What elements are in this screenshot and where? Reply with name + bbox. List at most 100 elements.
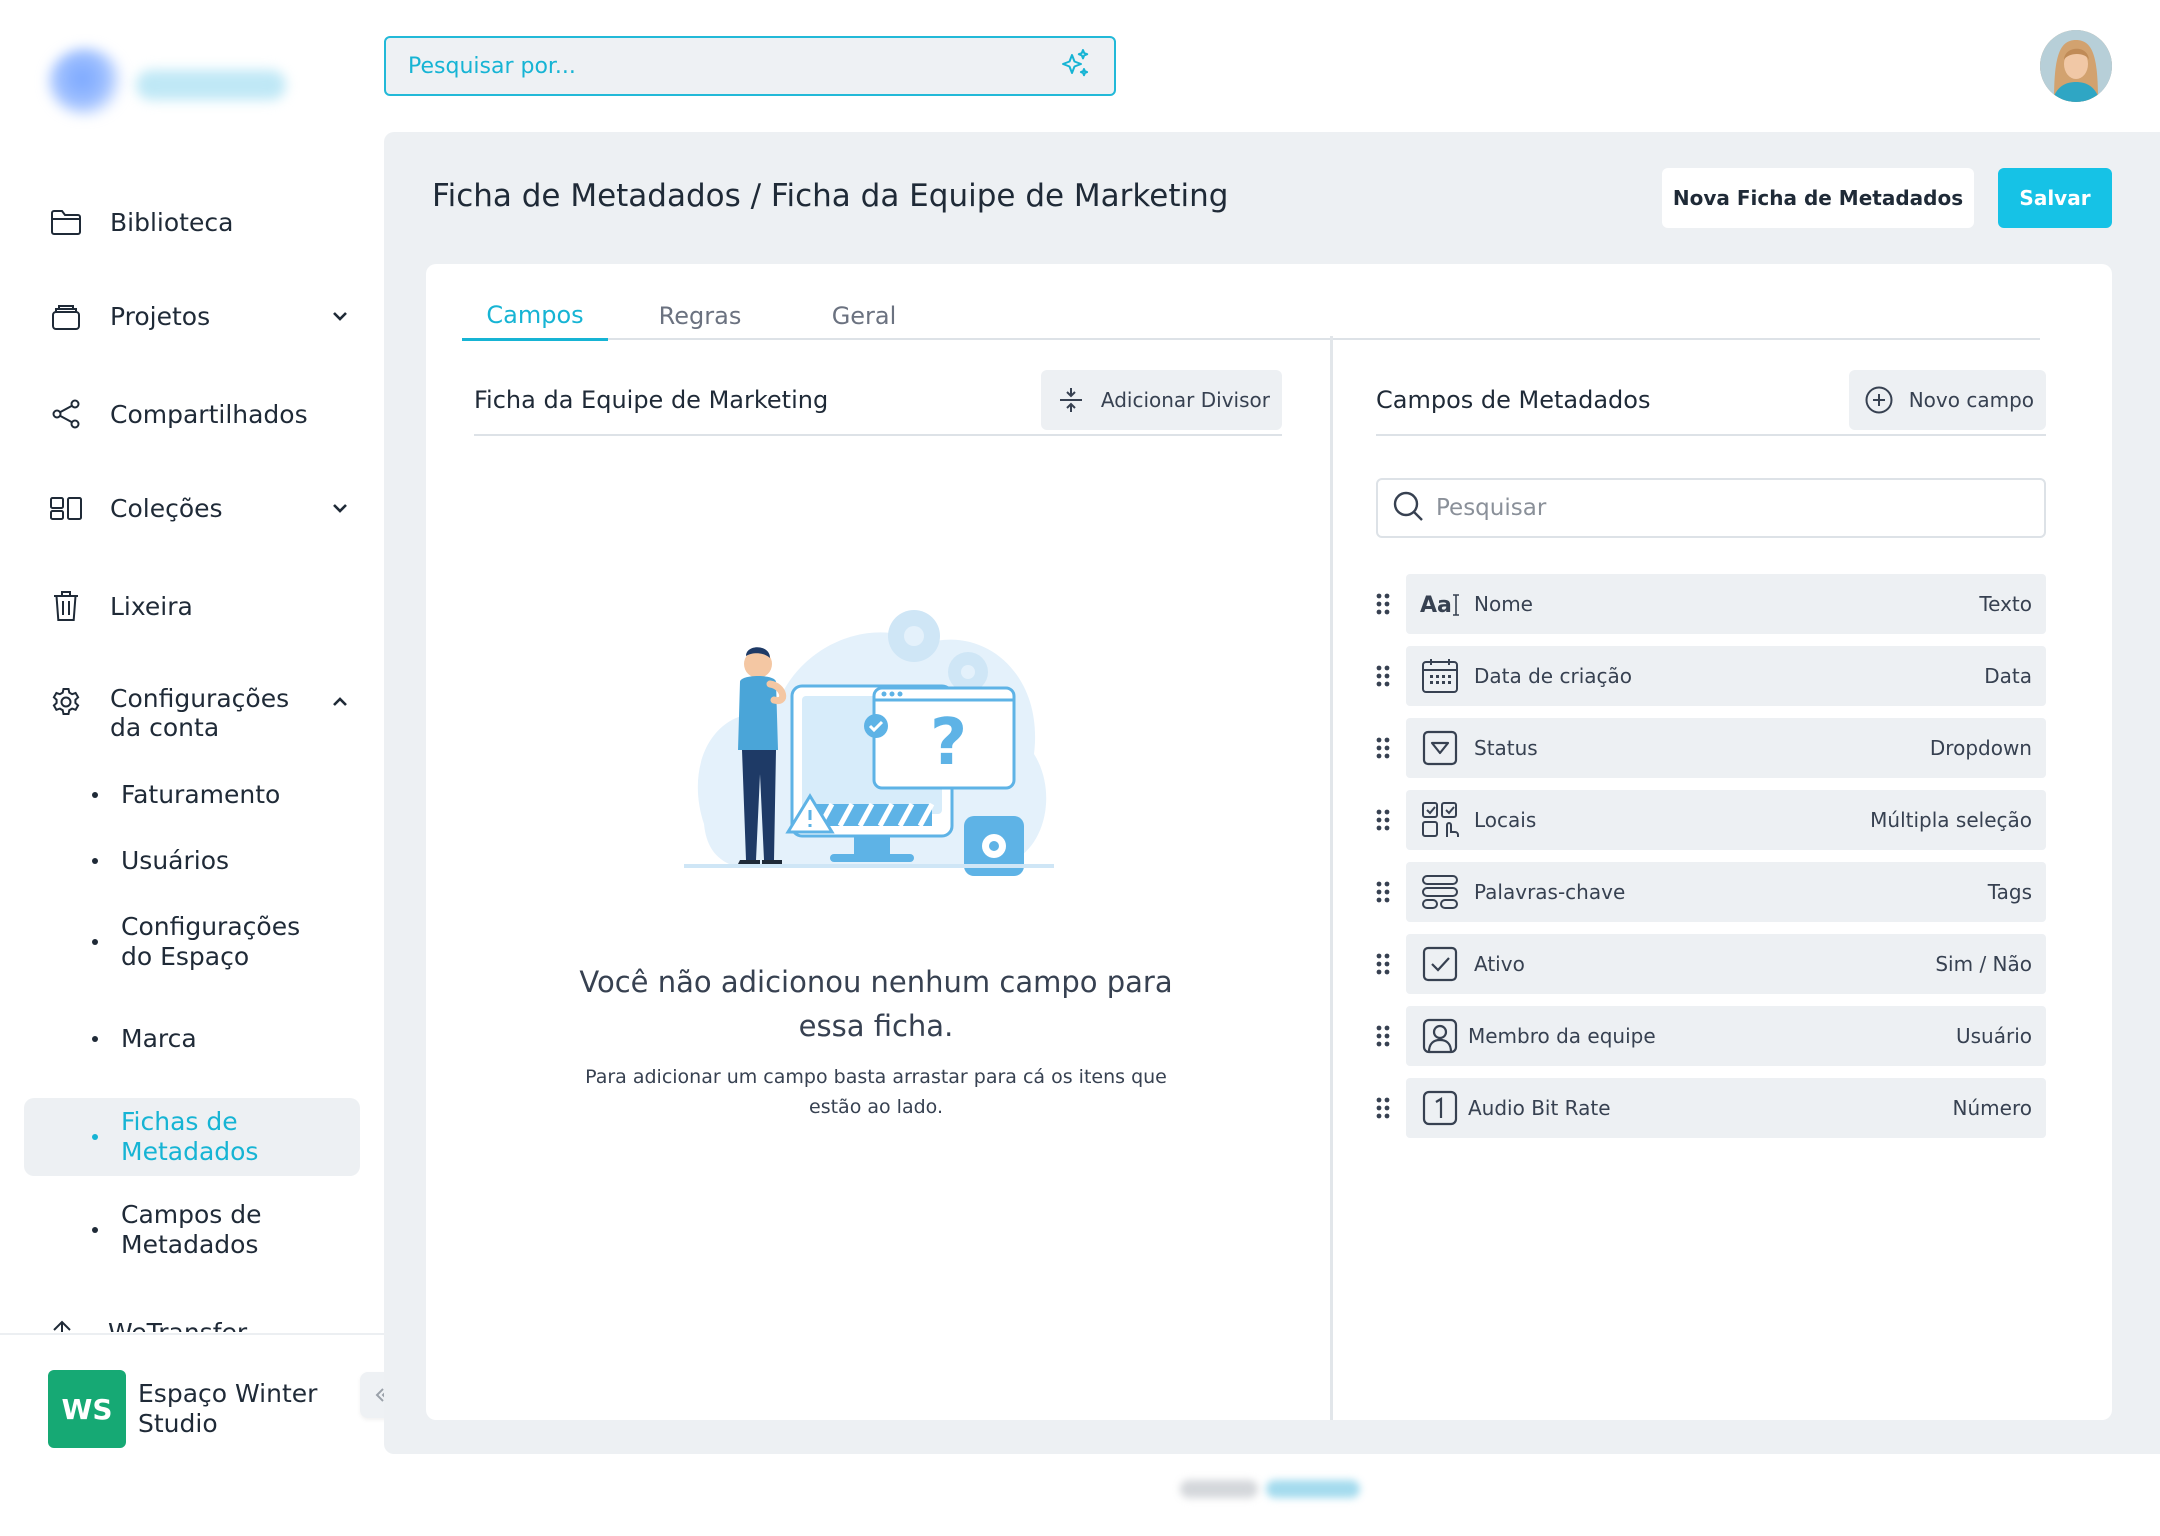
sidebar-subitem-label: Configurações do Espaço (121, 912, 301, 971)
new-metadata-sheet-button[interactable]: Nova Ficha de Metadados (1662, 168, 1974, 228)
search-icon (1392, 490, 1424, 526)
chevron-down-icon[interactable] (328, 304, 352, 328)
global-search-input[interactable] (408, 53, 1058, 79)
brand-logo (40, 44, 290, 124)
sheet-panel-header: Ficha da Equipe de Marketing Adicionar D… (474, 366, 1282, 436)
tags-icon (1420, 872, 1460, 912)
field-type: Tags (1987, 880, 2032, 904)
sidebar-subitem-campos-metadados[interactable]: Campos de Metadados (92, 1200, 301, 1260)
workspace-switcher[interactable]: WS Espaço Winter Studio (48, 1370, 338, 1448)
sidebar-item-projetos[interactable]: Projetos (48, 298, 347, 334)
sidebar-item-wetransfer[interactable]: WeTransfer (48, 1318, 348, 1332)
sparkles-icon[interactable] (1058, 47, 1092, 85)
drag-handle-icon[interactable] (1376, 661, 1406, 691)
new-field-button[interactable]: Novo campo (1848, 370, 2046, 430)
gear-icon (48, 684, 84, 720)
field-name: Data de criação (1474, 664, 1632, 688)
add-divider-label: Adicionar Divisor (1100, 388, 1270, 412)
tab-regras[interactable]: Regras (632, 292, 768, 340)
field-row-status[interactable]: Status Dropdown (1376, 718, 2046, 778)
fields-search-input[interactable] (1436, 495, 2030, 521)
tab-geral[interactable]: Geral (796, 292, 932, 340)
number-icon (1420, 1088, 1460, 1128)
sidebar-item-colecoes[interactable]: Coleções (48, 490, 347, 526)
plus-circle-icon (1863, 384, 1895, 416)
sidebar-item-lixeira[interactable]: Lixeira (48, 588, 193, 624)
field-type: Texto (1979, 592, 2032, 616)
field-type: Data (1984, 664, 2032, 688)
sidebar-item-label: Compartilhados (110, 399, 308, 429)
field-name: Palavras-chave (1474, 880, 1626, 904)
metadata-fields-list: Aa Nome Texto Data de criação Data Statu… (1376, 574, 2046, 1150)
field-type: Número (1952, 1096, 2032, 1120)
drag-handle-icon[interactable] (1376, 877, 1406, 907)
sidebar-item-compartilhados[interactable]: Compartilhados (48, 396, 308, 432)
field-type: Usuário (1955, 1024, 2032, 1048)
field-row-nome[interactable]: Aa Nome Texto (1376, 574, 2046, 634)
trash-icon (48, 588, 84, 624)
field-type: Sim / Não (1935, 952, 2032, 976)
drag-handle-icon[interactable] (1376, 949, 1406, 979)
sidebar-item-label: Lixeira (110, 591, 193, 621)
chevron-down-icon[interactable] (328, 496, 352, 520)
sidebar-subitem-label: Campos de Metadados (121, 1200, 262, 1259)
sidebar-item-configuracoes-conta[interactable]: Configurações da conta (48, 684, 347, 742)
field-row-audio-bit-rate[interactable]: Audio Bit Rate Número (1376, 1078, 2046, 1138)
drag-handle-icon[interactable] (1376, 733, 1406, 763)
drag-handle-icon[interactable] (1376, 805, 1406, 835)
svg-text:?: ? (930, 706, 967, 780)
empty-state-illustration: ? (684, 604, 1064, 884)
drag-handle-icon[interactable] (1376, 589, 1406, 619)
field-name: Nome (1474, 592, 1533, 616)
add-divider-button[interactable]: Adicionar Divisor (1040, 370, 1282, 430)
sidebar-subitem-configuracoes-espaco[interactable]: Configurações do Espaço (92, 912, 321, 972)
tab-bar: Campos Regras Geral (462, 292, 2040, 341)
field-name: Ativo (1474, 952, 1525, 976)
field-row-ativo[interactable]: Ativo Sim / Não (1376, 934, 2046, 994)
text-icon: Aa (1420, 584, 1460, 624)
new-field-label: Novo campo (1908, 388, 2034, 412)
sheet-panel-title: Ficha da Equipe de Marketing (474, 386, 829, 414)
drag-handle-icon[interactable] (1376, 1093, 1406, 1123)
field-name: Status (1474, 736, 1538, 760)
sidebar-item-label: Projetos (110, 301, 211, 331)
field-row-membro-equipe[interactable]: Membro da equipe Usuário (1376, 1006, 2046, 1066)
sidebar-item-label: WeTransfer (108, 1318, 247, 1332)
dropdown-icon (1420, 728, 1460, 768)
field-name: Audio Bit Rate (1468, 1096, 1611, 1120)
drag-handle-icon[interactable] (1376, 1021, 1406, 1051)
sidebar-subitem-label: Marca (121, 1024, 197, 1053)
editor-card: Campos Regras Geral Ficha da Equipe de M… (426, 264, 2112, 1420)
sidebar-subitem-usuarios[interactable]: Usuários (92, 846, 229, 876)
save-button[interactable]: Salvar (1998, 168, 2112, 228)
checkbox-icon (1420, 944, 1460, 984)
global-search[interactable] (384, 36, 1116, 96)
field-type: Múltipla seleção (1870, 808, 2032, 832)
share-icon (48, 396, 84, 432)
workspace-name: Espaço Winter Studio (138, 1379, 318, 1438)
user-icon (1420, 1016, 1460, 1056)
sidebar-item-biblioteca[interactable]: Biblioteca (48, 204, 233, 240)
fields-search[interactable] (1376, 478, 2046, 538)
tab-campos[interactable]: Campos (462, 292, 608, 341)
field-row-palavras-chave[interactable]: Palavras-chave Tags (1376, 862, 2046, 922)
svg-text:Aa: Aa (1420, 593, 1452, 618)
empty-state-title: Você não adicionou nenhum campo para ess… (579, 965, 1173, 1043)
stack-icon (48, 298, 84, 334)
calendar-icon (1420, 656, 1460, 696)
sidebar-subitem-marca[interactable]: Marca (92, 1024, 197, 1054)
sidebar-subitem-faturamento[interactable]: Faturamento (92, 780, 280, 810)
field-row-data-criacao[interactable]: Data de criação Data (1376, 646, 2046, 706)
sidebar-subitem-label: Fichas de Metadados (121, 1107, 259, 1166)
sidebar-item-label: Biblioteca (110, 207, 234, 237)
user-avatar[interactable] (2040, 30, 2112, 102)
sidebar-subitem-fichas-metadados[interactable]: Fichas de Metadados (92, 1107, 301, 1167)
empty-state-subtitle: Para adicionar um campo basta arrastar p… (585, 1066, 1167, 1118)
field-row-locais[interactable]: Locais Múltipla seleção (1376, 790, 2046, 850)
chevron-up-icon[interactable] (328, 690, 352, 714)
main-content: Ficha de Metadados / Ficha da Equipe de … (384, 132, 2160, 1454)
fields-panel-title: Campos de Metadados (1376, 386, 1651, 414)
field-type: Dropdown (1929, 736, 2032, 760)
sidebar-subitem-label: Usuários (121, 846, 230, 875)
sidebar-divider (0, 1333, 384, 1335)
